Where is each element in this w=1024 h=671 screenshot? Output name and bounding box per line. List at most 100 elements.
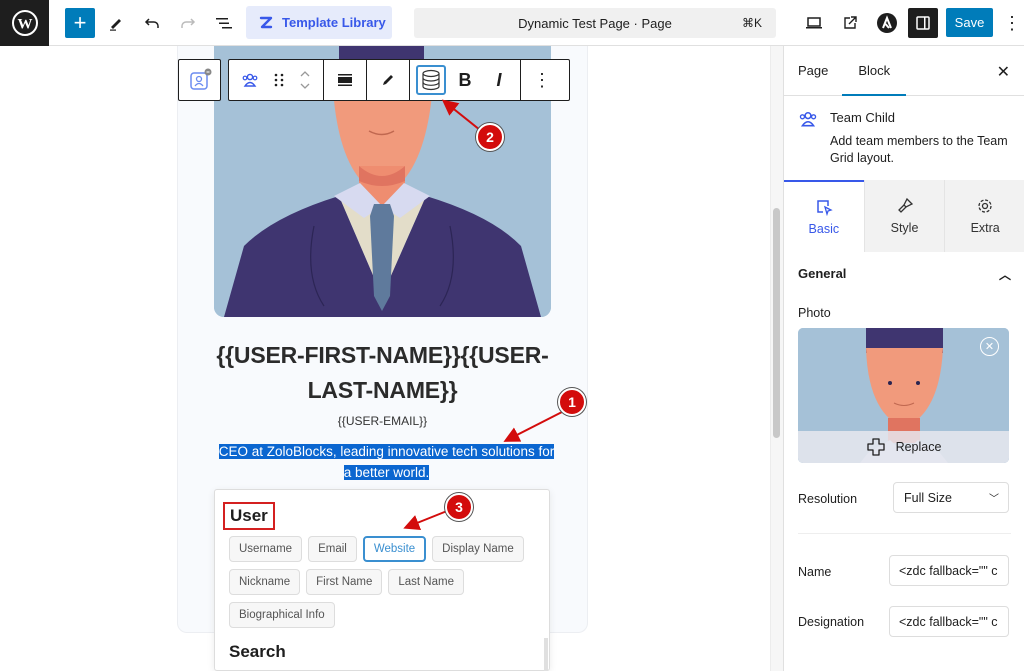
database-icon: [422, 69, 440, 91]
options-button[interactable]: ⋮: [1003, 8, 1021, 38]
add-block-button[interactable]: +: [65, 8, 95, 38]
team-member-bio[interactable]: CEO at ZoloBlocks, leading innovative te…: [214, 441, 559, 483]
view-page-button[interactable]: [835, 8, 865, 38]
settings-sidebar: Page Block ✕ Team Child Add team members…: [783, 46, 1024, 671]
team-member-email[interactable]: {{USER-EMAIL}}: [214, 414, 551, 428]
users-icon: [799, 112, 817, 127]
preview-button[interactable]: [799, 8, 829, 38]
redo-button[interactable]: [173, 8, 203, 38]
remove-photo-button[interactable]: ✕: [980, 337, 999, 356]
shortcut-hint: ⌘K: [741, 16, 762, 30]
chevron-up-icon: ︿: [998, 268, 1011, 282]
users-icon: [242, 73, 258, 87]
team-grid-icon: [189, 68, 211, 90]
more-vertical-icon: ⋮: [533, 69, 551, 90]
wordpress-logo-button[interactable]: W: [0, 0, 49, 46]
selected-bio-text: CEO at ZoloBlocks, leading innovative te…: [218, 444, 555, 480]
editor-top-bar: W + Template Library Dynamic Test Page ·…: [0, 0, 1024, 46]
align-button[interactable]: [330, 65, 360, 95]
svg-text:W: W: [17, 17, 32, 33]
canvas-scrollbar-thumb[interactable]: [773, 208, 780, 438]
brush-icon: [897, 197, 913, 213]
plugin-logo-icon: [877, 13, 897, 33]
template-library-button[interactable]: Template Library: [246, 6, 392, 39]
edit-button[interactable]: [373, 65, 403, 95]
dynamic-content-popover: User Username Email Website Display Name…: [214, 489, 550, 671]
segment-basic[interactable]: Basic: [784, 180, 864, 252]
settings-segments: Basic Style Extra: [784, 180, 1024, 252]
chip-display-name[interactable]: Display Name: [432, 536, 524, 562]
chip-last-name[interactable]: Last Name: [388, 569, 464, 595]
chip-username[interactable]: Username: [229, 536, 303, 562]
tab-block[interactable]: Block: [842, 46, 906, 96]
edit-group: [367, 60, 410, 100]
close-icon: ✕: [996, 64, 1010, 81]
search-section-title: Search: [229, 642, 286, 661]
pencil-icon: [110, 19, 121, 31]
plugin-button[interactable]: [872, 8, 902, 38]
resolution-select[interactable]: Full Size ﹀: [893, 482, 1009, 513]
team-member-name[interactable]: {{USER-FIRST-NAME}}{{USER-LAST-NAME}}: [214, 338, 551, 408]
options-group: ⋮: [521, 60, 563, 100]
dynamic-content-button[interactable]: [416, 65, 446, 95]
move-buttons[interactable]: [293, 65, 317, 95]
wordpress-icon: W: [11, 10, 38, 36]
zolo-logo-icon: [259, 16, 273, 28]
designation-input[interactable]: <zdc fallback="" c: [889, 606, 1009, 637]
chip-website[interactable]: Website: [362, 536, 427, 562]
document-overview-button[interactable]: [209, 8, 239, 38]
close-sidebar-button[interactable]: ✕: [997, 62, 1010, 82]
external-link-icon: [844, 16, 857, 29]
align-wide-icon: [338, 74, 352, 86]
format-group: B I: [410, 60, 521, 100]
block-description: Add team members to the Team Grid layout…: [830, 134, 1008, 165]
gear-icon: [978, 199, 992, 213]
redo-icon: [181, 18, 196, 28]
photo-preview[interactable]: ✕ Replace: [798, 328, 1009, 463]
template-library-label: Template Library: [282, 15, 386, 30]
align-group: [324, 60, 367, 100]
segment-style[interactable]: Style: [863, 180, 945, 252]
chevron-up-down-icon: [300, 71, 310, 89]
callout-3: 3: [445, 493, 473, 521]
divider: [798, 533, 1011, 534]
plus-icon: +: [73, 10, 87, 35]
cursor-box-icon: [817, 200, 833, 216]
more-vertical-icon: ⋮: [1003, 13, 1021, 33]
block-options-button[interactable]: ⋮: [527, 65, 557, 95]
segment-extra[interactable]: Extra: [944, 180, 1024, 252]
designation-label: Designation: [798, 615, 865, 629]
user-section-title: User: [223, 502, 275, 530]
chip-biographical-info[interactable]: Biographical Info: [229, 602, 335, 628]
block-type-button[interactable]: [235, 65, 265, 95]
name-input[interactable]: <zdc fallback="" c: [889, 555, 1009, 586]
replace-label: Replace: [895, 440, 942, 454]
drag-handle[interactable]: [269, 65, 289, 95]
undo-button[interactable]: [137, 8, 167, 38]
general-panel-header[interactable]: General ︿: [798, 266, 1011, 283]
close-icon: ✕: [984, 341, 995, 353]
tools-button[interactable]: [101, 8, 131, 38]
popover-scrollbar[interactable]: [544, 638, 548, 671]
callout-1: 1: [558, 388, 586, 416]
list-view-icon: [216, 18, 232, 29]
photo-label: Photo: [798, 306, 831, 320]
block-title: Team Child: [830, 110, 896, 125]
chip-email[interactable]: Email: [308, 536, 357, 562]
document-title: Dynamic Test Page · Page: [518, 15, 672, 31]
tab-page[interactable]: Page: [784, 46, 842, 96]
resolution-value: Full Size: [904, 490, 952, 505]
bold-button[interactable]: B: [450, 65, 480, 95]
replace-photo-button[interactable]: Replace: [798, 431, 1009, 463]
command-palette-button[interactable]: Dynamic Test Page · Page ⌘K: [414, 8, 776, 38]
save-button[interactable]: Save: [946, 8, 993, 37]
block-type-group: [229, 60, 324, 100]
chip-nickname[interactable]: Nickname: [229, 569, 301, 595]
resolution-label: Resolution: [798, 492, 858, 506]
select-parent-block-button[interactable]: [178, 59, 221, 101]
chip-first-name[interactable]: First Name: [306, 569, 383, 595]
settings-toggle-button[interactable]: [908, 8, 938, 38]
block-card: Team Child Add team members to the Team …: [784, 96, 1024, 180]
italic-button[interactable]: I: [484, 65, 514, 95]
block-toolbar: B I ⋮: [228, 59, 570, 101]
